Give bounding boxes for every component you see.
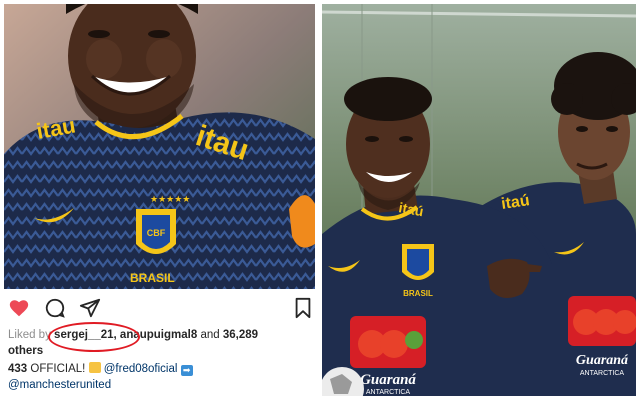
sponsor-logo-2: Guaraná ANTARCTICA <box>568 296 636 377</box>
comment-icon[interactable] <box>44 297 66 319</box>
svg-text:CBF: CBF <box>147 228 166 238</box>
brasil-text: BRASIL <box>130 271 175 285</box>
arrow-right-emoji-icon: ➡ <box>180 365 193 376</box>
post-caption: 433 OFFICIAL! @fred08oficial ➡ <box>8 361 313 377</box>
post-action-bar <box>4 292 315 324</box>
right-photo-illustration: itaú Guaraná ANTARCTICA itaú BRASIL Guar… <box>322 4 636 396</box>
svg-text:ANTARCTICA: ANTARCTICA <box>366 389 411 396</box>
caption-username[interactable]: 433 <box>8 363 27 375</box>
caption-text: OFFICIAL! <box>30 363 86 375</box>
panel-divider <box>318 0 320 400</box>
post-caption-line2: @manchesterunited <box>8 377 313 393</box>
bookmark-icon[interactable] <box>292 297 314 319</box>
mention-fred[interactable]: @fred08oficial <box>104 363 178 375</box>
cbf-crest-right: BRASIL <box>402 244 434 298</box>
left-photo: itau itau CBF ★★★★★ BRASIL <box>4 4 315 289</box>
heart-icon[interactable] <box>8 297 30 319</box>
right-photo: itaú Guaraná ANTARCTICA itaú BRASIL Guar… <box>322 4 636 396</box>
svg-text:Guaraná: Guaraná <box>576 353 629 368</box>
svg-text:ANTARCTICA: ANTARCTICA <box>580 370 625 377</box>
pencil-emoji-icon <box>88 362 101 373</box>
svg-text:Guaraná: Guaraná <box>360 372 416 388</box>
mention-manutd[interactable]: @manchesterunited <box>8 379 111 391</box>
likes-count[interactable]: 36,289 <box>223 329 258 341</box>
share-icon[interactable] <box>79 297 101 319</box>
svg-text:★★★★★: ★★★★★ <box>150 194 190 204</box>
liked-by-label: Liked by <box>8 329 51 341</box>
svg-text:BRASIL: BRASIL <box>403 289 433 298</box>
left-photo-illustration: itau itau CBF ★★★★★ BRASIL <box>4 4 315 289</box>
likes-others[interactable]: others <box>8 343 313 359</box>
and-label: and <box>200 329 220 341</box>
highlight-circle <box>48 322 140 352</box>
